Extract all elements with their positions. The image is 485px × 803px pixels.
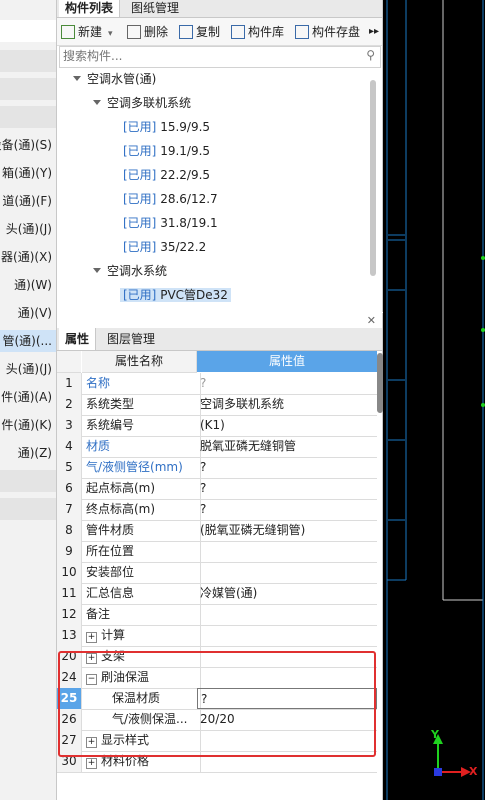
canvas-drawing — [386, 0, 485, 800]
left-list-item[interactable]: 通)(W) — [0, 274, 56, 296]
highlight-box — [58, 651, 376, 757]
save-icon — [295, 25, 309, 39]
property-row[interactable]: 8 管件材质 (脱氧亚磷无缝铜管) — [57, 520, 377, 542]
left-panel: 设备(通)(S) 箱(通)(Y) 道(通)(F) 头(通)(J) 器(通)(X)… — [0, 0, 57, 800]
property-tabbar: 属性 图层管理 — [57, 328, 382, 351]
column-header-value: 属性值 — [197, 351, 377, 372]
tab-drawing-management[interactable]: 图纸管理 — [125, 0, 185, 17]
dropdown-arrow-icon[interactable]: ▾ — [108, 29, 113, 39]
left-list-item-selected[interactable]: 管(通)(... — [0, 330, 56, 352]
tree-node-group-water[interactable]: 空调水系统 — [93, 260, 167, 282]
property-row[interactable]: 5 气/液侧管径(mm)? — [57, 457, 377, 479]
left-list-item[interactable]: 通)(Z) — [0, 442, 56, 464]
property-row[interactable]: 10 安装部位 — [57, 562, 377, 584]
property-row[interactable]: 1 名称? — [57, 373, 377, 395]
column-header-name: 属性名称 — [82, 351, 197, 373]
expand-plus-icon[interactable]: + — [86, 632, 97, 643]
tree-item-pipe[interactable]: [已用] 31.8/19.1 — [123, 212, 218, 234]
component-list-panel: 构件列表 图纸管理 新建▾ 删除 复制 构件库 构件存盘 ▸▸ ⚲ 空调水管(通… — [57, 0, 383, 312]
tree-scrollbar[interactable] — [370, 80, 376, 276]
delete-button[interactable]: 删除 — [127, 22, 168, 42]
property-row[interactable]: 6 起点标高(m)? — [57, 478, 377, 500]
left-list-item[interactable]: 器(通)(X) — [0, 246, 56, 268]
left-list-item[interactable]: 设备(通)(S) — [0, 134, 56, 156]
component-search-input[interactable] — [60, 47, 346, 65]
property-row[interactable]: 7 终点标高(m)? — [57, 499, 377, 521]
expand-plus-icon[interactable]: + — [86, 758, 97, 769]
property-row[interactable]: 3 系统编号 (K1) — [57, 415, 377, 437]
left-search-strip — [0, 20, 56, 42]
property-row[interactable]: 9 所在位置 — [57, 541, 377, 563]
property-row[interactable]: 4 材质 脱氧亚磷无缝铜管 — [57, 436, 377, 458]
tree-item-pipe[interactable]: [已用] 22.2/9.5 — [123, 164, 210, 186]
property-panel: ✕ 属性 图层管理 属性名称 属性值 1 名称? 2 系统类型 空调多联机系统 3 系统… — [57, 313, 383, 800]
property-row[interactable]: 12 备注 — [57, 604, 377, 626]
collapse-caret-icon[interactable] — [93, 268, 101, 273]
tree-item-pipe-selected[interactable]: [已用] PVC管De32 — [120, 284, 231, 306]
library-icon — [231, 25, 245, 39]
close-icon[interactable]: ✕ — [367, 314, 376, 327]
tab-component-list[interactable]: 构件列表 — [59, 0, 121, 17]
tree-item-pipe[interactable]: [已用] 19.1/9.5 — [123, 140, 210, 162]
new-button[interactable]: 新建 ▾ — [61, 22, 113, 42]
tree-item-pipe[interactable]: [已用] 28.6/12.7 — [123, 188, 218, 210]
collapse-caret-icon[interactable] — [73, 76, 81, 81]
tree-node-group-vrf[interactable]: 空调多联机系统 — [93, 92, 191, 114]
axis-y-label: Y — [431, 728, 439, 741]
component-save-button[interactable]: 构件存盘 — [295, 22, 360, 42]
left-group-header — [0, 78, 56, 100]
left-list-item[interactable]: 件(通)(K) — [0, 414, 56, 436]
component-toolbar: 新建 ▾ 删除 复制 构件库 构件存盘 ▸▸ — [57, 18, 382, 46]
left-group-header — [0, 106, 56, 128]
axis-x-label: X — [469, 765, 478, 778]
left-list-item[interactable]: 箱(通)(Y) — [0, 162, 56, 184]
property-row[interactable]: 11 汇总信息 冷媒管(通) — [57, 583, 377, 605]
left-group-header — [0, 470, 56, 492]
tree-item-pipe[interactable]: [已用] 15.9/9.5 — [123, 116, 210, 138]
property-row-group[interactable]: 13 + 计算 — [57, 625, 377, 647]
component-search-box: ⚲ — [59, 46, 381, 68]
drawing-canvas[interactable]: Y X — [383, 0, 485, 800]
copy-button[interactable]: 复制 — [179, 22, 220, 42]
search-icon[interactable]: ⚲ — [366, 48, 375, 62]
collapse-caret-icon[interactable] — [93, 100, 101, 105]
left-list-item[interactable]: 道(通)(F) — [0, 190, 56, 212]
left-list-item[interactable]: 件(通)(A) — [0, 386, 56, 408]
left-group-header — [0, 50, 56, 72]
tree-node-root[interactable]: 空调水管(通) — [73, 68, 156, 90]
trash-icon — [127, 25, 141, 39]
tab-layer-management[interactable]: 图层管理 — [101, 328, 161, 350]
left-list-item[interactable]: 头(通)(J) — [0, 358, 56, 380]
component-tabbar: 构件列表 图纸管理 — [57, 0, 382, 18]
left-list-item[interactable]: 通)(V) — [0, 302, 56, 324]
grid-corner — [57, 351, 81, 373]
toolbar-overflow-button[interactable]: ▸▸ — [369, 22, 379, 42]
property-row[interactable]: 2 系统类型 空调多联机系统 — [57, 394, 377, 416]
tree-item-pipe[interactable]: [已用] 35/22.2 — [123, 236, 206, 258]
new-icon — [61, 25, 75, 39]
copy-icon — [179, 25, 193, 39]
tab-properties[interactable]: 属性 — [59, 328, 97, 350]
left-group-header — [0, 498, 56, 520]
left-list-item[interactable]: 头(通)(J) — [0, 218, 56, 240]
component-library-button[interactable]: 构件库 — [231, 22, 284, 42]
